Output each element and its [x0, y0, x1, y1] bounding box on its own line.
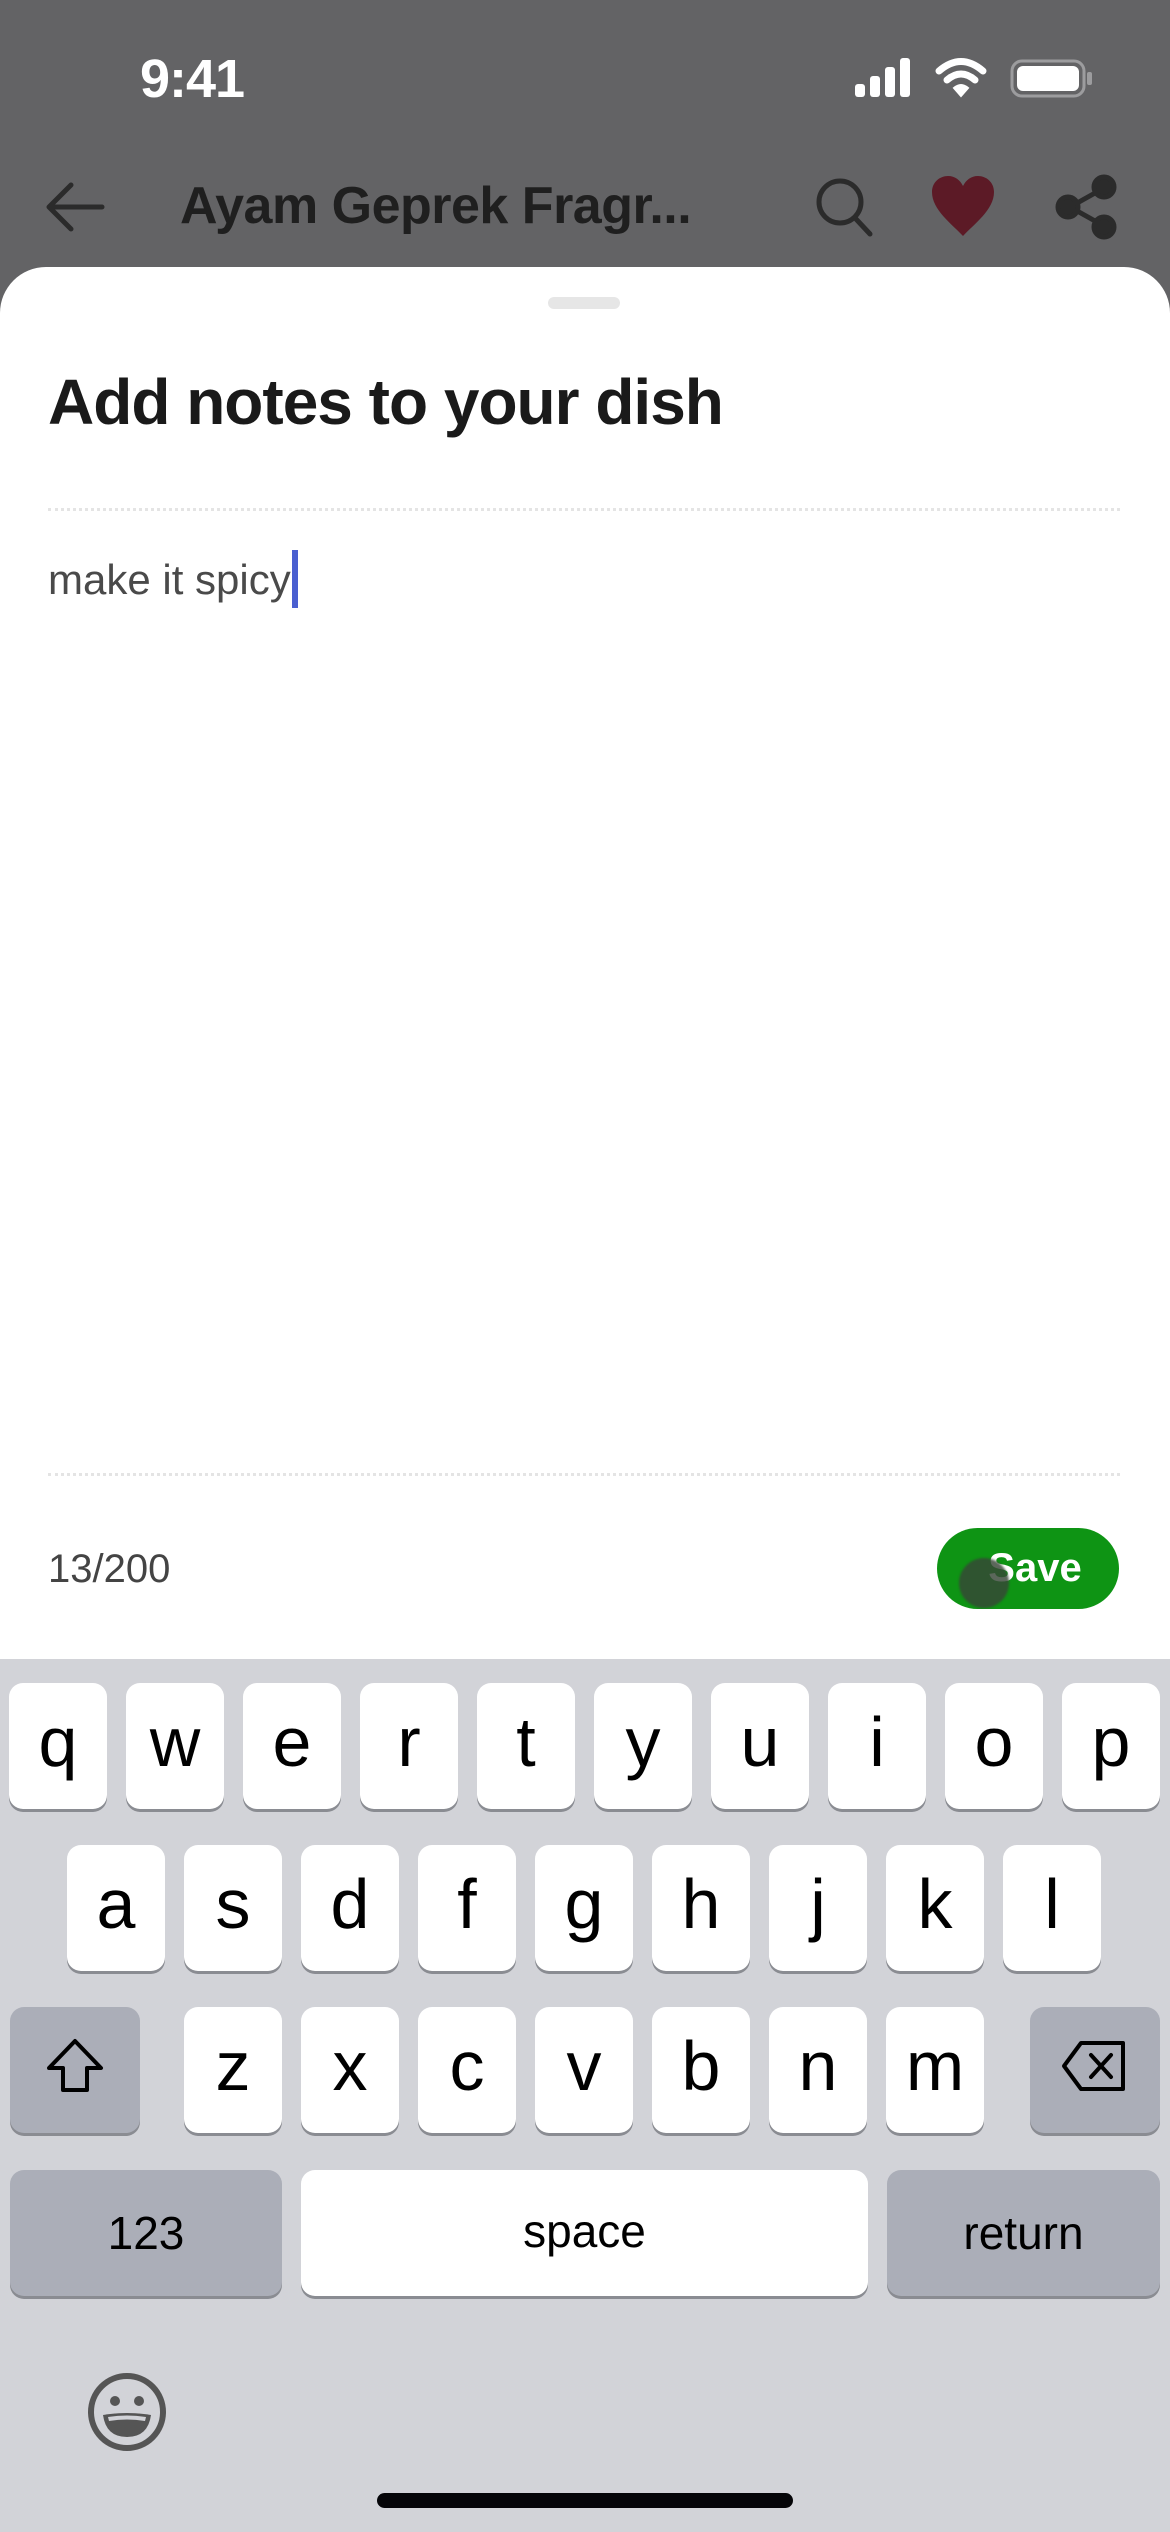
return-key[interactable]: return — [887, 2170, 1160, 2296]
keyboard: qwertyuiop asdfghjkl zxcvbnm 123 space r… — [0, 1659, 1170, 2532]
bottom-divider — [48, 1473, 1120, 1476]
notes-bottom-sheet: Add notes to your dish make it spicy 13/… — [0, 267, 1170, 1667]
top-divider — [48, 508, 1120, 511]
sheet-title: Add notes to your dish — [48, 366, 724, 438]
numbers-key[interactable]: 123 — [10, 2170, 282, 2296]
key-u[interactable]: u — [711, 1683, 809, 1809]
key-d[interactable]: d — [301, 1845, 399, 1971]
cellular-signal-icon — [855, 58, 910, 97]
touch-indicator — [959, 1558, 1009, 1608]
key-p[interactable]: p — [1062, 1683, 1160, 1809]
key-q[interactable]: q — [9, 1683, 107, 1809]
key-s[interactable]: s — [184, 1845, 282, 1971]
text-caret — [291, 550, 298, 608]
key-r[interactable]: r — [360, 1683, 458, 1809]
back-button[interactable] — [44, 180, 106, 234]
key-f[interactable]: f — [418, 1845, 516, 1971]
key-e[interactable]: e — [243, 1683, 341, 1809]
search-button[interactable] — [812, 174, 878, 240]
character-counter: 13/200 — [48, 1547, 171, 1591]
backspace-icon — [1062, 2041, 1125, 2091]
key-k[interactable]: k — [886, 1845, 984, 1971]
status-icons — [855, 58, 1092, 98]
save-button[interactable]: Save — [937, 1528, 1119, 1609]
key-m[interactable]: m — [886, 2007, 984, 2133]
key-b[interactable]: b — [652, 2007, 750, 2133]
key-c[interactable]: c — [418, 2007, 516, 2133]
key-z[interactable]: z — [184, 2007, 282, 2133]
key-a[interactable]: a — [67, 1845, 165, 1971]
key-h[interactable]: h — [652, 1845, 750, 1971]
key-j[interactable]: j — [769, 1845, 867, 1971]
key-t[interactable]: t — [477, 1683, 575, 1809]
home-indicator — [377, 2493, 793, 2508]
emoji-button[interactable] — [86, 2371, 168, 2453]
key-n[interactable]: n — [769, 2007, 867, 2133]
key-x[interactable]: x — [301, 2007, 399, 2133]
battery-icon — [1010, 59, 1092, 98]
notes-text: make it spicy — [48, 556, 291, 603]
notes-textarea[interactable]: make it spicy — [48, 550, 1120, 1430]
key-o[interactable]: o — [945, 1683, 1043, 1809]
space-key[interactable]: space — [301, 2170, 868, 2296]
wifi-icon — [935, 58, 987, 98]
share-icon — [1055, 174, 1117, 240]
sheet-grabber[interactable] — [548, 297, 620, 309]
arrow-left-icon — [46, 182, 105, 232]
heart-icon — [932, 176, 994, 236]
key-w[interactable]: w — [126, 1683, 224, 1809]
key-y[interactable]: y — [594, 1683, 692, 1809]
page-title: Ayam Geprek Fragr... — [180, 177, 692, 235]
shift-icon — [47, 2039, 103, 2092]
delete-key[interactable] — [1030, 2007, 1160, 2133]
share-button[interactable] — [1054, 174, 1120, 240]
emoji-icon — [88, 2373, 166, 2451]
search-icon — [816, 178, 873, 237]
key-i[interactable]: i — [828, 1683, 926, 1809]
key-l[interactable]: l — [1003, 1845, 1101, 1971]
favorite-button[interactable] — [930, 174, 996, 240]
shift-key[interactable] — [10, 2007, 140, 2133]
key-v[interactable]: v — [535, 2007, 633, 2133]
key-g[interactable]: g — [535, 1845, 633, 1971]
status-time: 9:41 — [140, 49, 245, 109]
